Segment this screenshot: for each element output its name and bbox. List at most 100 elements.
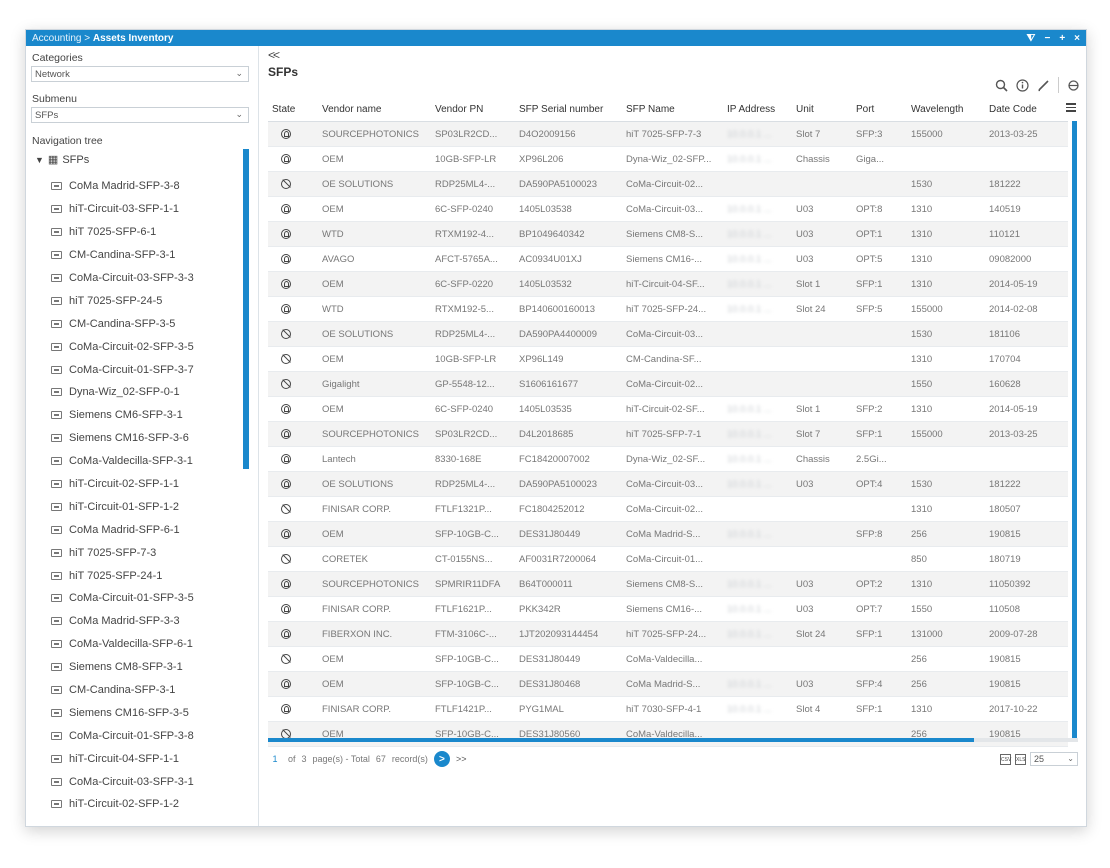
categories-select[interactable]: Network ⌄ — [31, 66, 249, 82]
tree-item[interactable]: hiT-Circuit-03-SFP-1-1 — [51, 198, 194, 221]
table-row[interactable]: FINISAR CORP. FTLF1621P... PKK342R Siemens … — [268, 596, 1068, 622]
tree-root-sfps[interactable]: ▼ ▦ SFPs — [35, 153, 89, 167]
tree-item[interactable]: CoMa-Circuit-02-SFP-3-5 — [51, 335, 194, 358]
tree-item[interactable]: CoMa Madrid-SFP-3-3 — [51, 610, 194, 633]
table-row[interactable]: SOURCEPHOTONICS SP03LR2CD... D4L2018685 hiT… — [268, 421, 1068, 447]
table-row[interactable]: SOURCEPHOTONICS SP03LR2CD... D4O2009156 hiT… — [268, 121, 1068, 147]
column-header[interactable]: IP Address — [723, 97, 792, 122]
tree-item[interactable]: Siemens CM16-SFP-3-6 — [51, 427, 194, 450]
column-header[interactable]: Port — [852, 97, 907, 122]
export-xls-icon[interactable]: XLS — [1015, 753, 1026, 765]
table-row[interactable]: OE SOLUTIONS RDP25ML4-... DA590PA5100023 Co… — [268, 171, 1068, 197]
column-header[interactable]: SFP Name — [622, 97, 723, 122]
tree-item[interactable]: Siemens CM6-SFP-3-1 — [51, 404, 194, 427]
table-row[interactable]: FIBERXON INC. FTM-3106C-... 1JT20209314445… — [268, 621, 1068, 647]
column-header[interactable]: State — [268, 97, 318, 122]
column-header[interactable]: Vendor PN — [431, 97, 515, 122]
column-header[interactable]: Wavelength — [907, 97, 985, 122]
table-row[interactable]: CORETEK CT-0155NS... AF0031R7200064 CoMa-Ci… — [268, 546, 1068, 572]
table-row[interactable]: FINISAR CORP. FTLF1321P... FC1804252012 CoM… — [268, 496, 1068, 522]
page-size-select[interactable]: 25 ⌄ — [1030, 752, 1078, 766]
vertical-scrollbar[interactable] — [1072, 121, 1077, 738]
table-row[interactable]: Lantech 8330-168E FC18420007002 Dyna-Wiz_02… — [268, 446, 1068, 472]
table-row[interactable]: OEM 10GB-SFP-LR XP96L206 Dyna-Wiz_02-SFP...… — [268, 146, 1068, 172]
table-row[interactable]: OEM SFP-10GB-C... DES31J80449 CoMa Madrid-S… — [268, 521, 1068, 547]
column-header[interactable]: Unit — [792, 97, 852, 122]
vendor-name-cell: SOURCEPHOTONICS — [318, 121, 431, 147]
table-row[interactable]: OEM SFP-10GB-C... DES31J80560 CoMa-Valdecil… — [268, 721, 1068, 747]
tree-item[interactable]: hiT 7025-SFP-7-3 — [51, 541, 194, 564]
ip-address-value: 10.0.0.1 ... — [727, 528, 772, 540]
tree-item[interactable]: CM-Candina-SFP-3-5 — [51, 312, 194, 335]
column-header[interactable]: SFP Serial number — [515, 97, 622, 122]
tree-item[interactable]: CoMa-Circuit-01-SFP-3-7 — [51, 358, 194, 381]
info-icon[interactable] — [1016, 78, 1029, 92]
horizontal-scrollbar[interactable] — [268, 738, 974, 742]
export-csv-icon[interactable]: CSV — [1000, 753, 1011, 765]
table-row[interactable]: OE SOLUTIONS RDP25ML4-... DA590PA5100023 Co… — [268, 471, 1068, 497]
table-row[interactable]: FINISAR CORP. FTLF1421P... PYG1MAL hiT 7030… — [268, 696, 1068, 722]
tree-item[interactable]: CoMa-Valdecilla-SFP-3-1 — [51, 450, 194, 473]
wavelength-cell: 1310 — [907, 696, 985, 722]
table-row[interactable]: OEM 6C-SFP-0220 1405L03532 hiT-Circuit-04-S… — [268, 271, 1068, 297]
unit-cell: U03 — [792, 571, 852, 597]
tree-item[interactable]: CoMa-Circuit-01-SFP-3-8 — [51, 724, 194, 747]
wavelength-cell: 155000 — [907, 421, 985, 447]
tree-item[interactable]: hiT-Circuit-04-SFP-1-1 — [51, 747, 194, 770]
breadcrumb-parent[interactable]: Accounting > — [32, 33, 90, 44]
search-icon[interactable] — [995, 79, 1008, 92]
filter-icon[interactable]: ⧨ — [1027, 33, 1036, 44]
minimize-icon[interactable]: − — [1044, 33, 1050, 44]
tree-item[interactable]: Siemens CM8-SFP-3-1 — [51, 656, 194, 679]
tree-item[interactable]: hiT 7025-SFP-6-1 — [51, 221, 194, 244]
date-code-cell: 110121 — [985, 221, 1068, 247]
tree-item[interactable]: hiT-Circuit-02-SFP-1-2 — [51, 793, 194, 816]
collapse-sidebar-button[interactable]: << — [268, 48, 280, 62]
tree-item[interactable]: CoMa-Circuit-01-SFP-3-5 — [51, 587, 194, 610]
submenu-select[interactable]: SFPs ⌄ — [31, 107, 249, 123]
table-row[interactable]: OEM 10GB-SFP-LR XP96L149 CM-Candina-SF... 13… — [268, 346, 1068, 372]
edit-icon[interactable] — [1037, 79, 1050, 92]
last-page-button[interactable]: >> — [456, 754, 467, 764]
tree-item[interactable]: hiT 7025-SFP-24-1 — [51, 564, 194, 587]
ip-address-cell — [723, 546, 792, 572]
maximize-icon[interactable]: + — [1059, 33, 1065, 44]
tree-item[interactable]: hiT-Circuit-01-SFP-1-2 — [51, 495, 194, 518]
table-row[interactable]: OE SOLUTIONS RDP25ML4-... DA590PA4400009 Co… — [268, 321, 1068, 347]
tree-item[interactable]: hiT 7025-SFP-24-5 — [51, 289, 194, 312]
tree-item[interactable]: Dyna-Wiz_02-SFP-0-1 — [51, 381, 194, 404]
tree-item[interactable]: CoMa Madrid-SFP-6-1 — [51, 518, 194, 541]
current-page[interactable]: 1 — [268, 754, 282, 764]
next-page-button[interactable]: > — [433, 751, 450, 767]
column-header[interactable]: Vendor name — [318, 97, 431, 122]
close-icon[interactable]: × — [1074, 33, 1080, 44]
table-row[interactable]: OEM 6C-SFP-0240 1405L03538 CoMa-Circuit-03.… — [268, 196, 1068, 222]
table-row[interactable]: WTD RTXM192-4... BP1049640342 Siemens CM8-S… — [268, 221, 1068, 247]
sfp-name-cell: hiT 7025-SFP-7-3 — [622, 121, 723, 147]
ip-address-cell: 10.0.0.1 ... — [723, 446, 792, 472]
table-row[interactable]: AVAGO AFCT-5765A... AC0934U01XJ Siemens CM1… — [268, 246, 1068, 272]
tree-item[interactable]: hiT-Circuit-02-SFP-1-1 — [51, 473, 194, 496]
sfp-module-icon — [51, 365, 62, 374]
tree-scrollbar[interactable] — [243, 149, 249, 469]
table-row[interactable]: SOURCEPHOTONICS SPMRIR11DFA B64T000011 Siem… — [268, 571, 1068, 597]
table-row[interactable]: WTD RTXM192-5... BP140600160013 hiT 7025-SF… — [268, 296, 1068, 322]
connected-state-icon — [281, 203, 291, 214]
column-header[interactable]: Date Code — [985, 97, 1068, 122]
chevron-down-icon[interactable]: ▼ — [35, 155, 44, 165]
tree-item[interactable]: CM-Candina-SFP-3-1 — [51, 679, 194, 702]
tree-item[interactable]: Siemens CM16-SFP-3-5 — [51, 701, 194, 724]
table-row[interactable]: Gigalight GP-5548-12... S1606161677 CoMa-Ci… — [268, 371, 1068, 397]
vendor-name-cell: AVAGO — [318, 246, 431, 272]
tree-item[interactable]: CoMa Madrid-SFP-3-8 — [51, 175, 194, 198]
column-menu-icon[interactable] — [1066, 103, 1076, 114]
serial-cell: DES31J80468 — [515, 671, 622, 697]
table-row[interactable]: OEM SFP-10GB-C... DES31J80449 CoMa-Valdecil… — [268, 646, 1068, 672]
table-row[interactable]: OEM 6C-SFP-0240 1405L03535 hiT-Circuit-02-S… — [268, 396, 1068, 422]
tree-item[interactable]: CoMa-Circuit-03-SFP-3-1 — [51, 770, 194, 793]
refresh-icon[interactable] — [1067, 79, 1080, 92]
table-row[interactable]: OEM SFP-10GB-C... DES31J80468 CoMa Madrid-S… — [268, 671, 1068, 697]
tree-item[interactable]: CM-Candina-SFP-3-1 — [51, 244, 194, 267]
tree-item[interactable]: CoMa-Valdecilla-SFP-6-1 — [51, 633, 194, 656]
tree-item[interactable]: CoMa-Circuit-03-SFP-3-3 — [51, 267, 194, 290]
